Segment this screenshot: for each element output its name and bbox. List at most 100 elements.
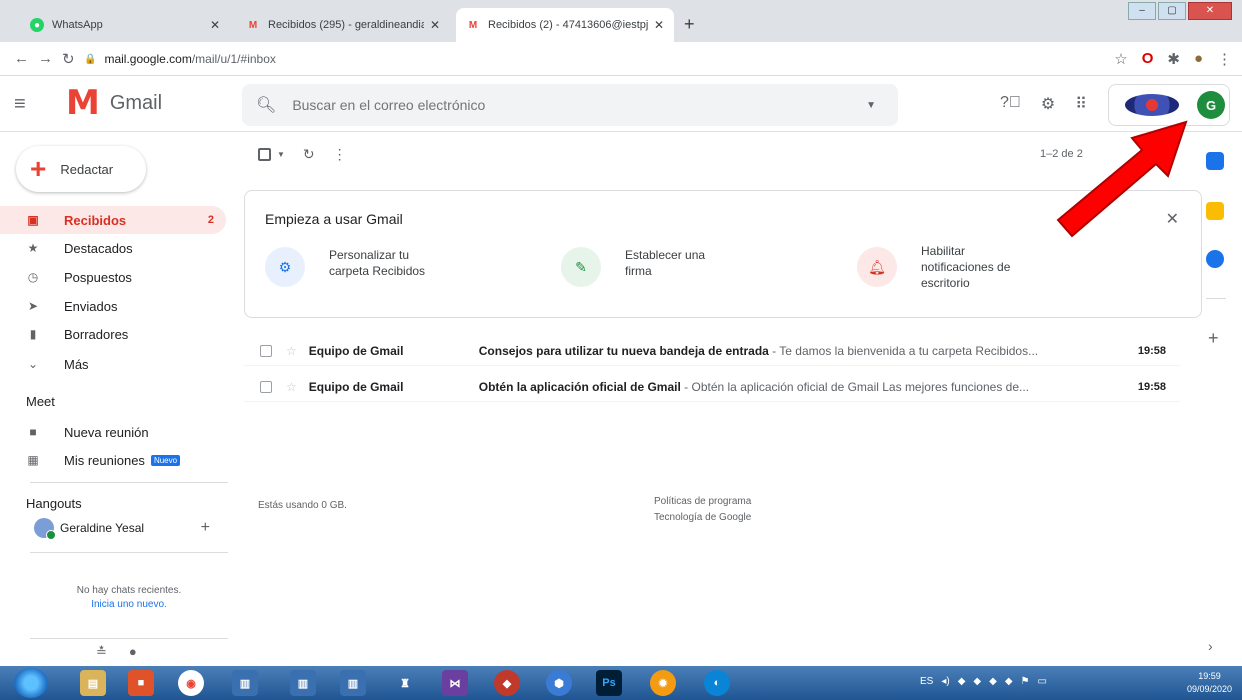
email-checkbox[interactable] <box>260 380 272 393</box>
search-input[interactable] <box>292 97 853 113</box>
address-bar: ← → ↻ 🔒 mail.google.com/mail/u/1/#inbox … <box>0 42 1242 76</box>
avatar[interactable]: G <box>1197 91 1225 119</box>
tab-gmail-1[interactable]: M Recibidos (295) - geraldineandia... ✕ <box>236 8 450 42</box>
forward-arrow-icon[interactable]: → <box>38 50 53 67</box>
network-icon[interactable]: ▭ <box>1037 676 1046 687</box>
url-field[interactable]: 🔒 mail.google.com/mail/u/1/#inbox <box>84 47 1084 71</box>
more-options-icon[interactable]: ⋮ <box>333 146 347 163</box>
task-set-signature[interactable]: ✎ Establecer una firma <box>561 247 705 287</box>
hangouts-user[interactable]: Geraldine Yesal + <box>34 518 230 540</box>
contacts-icon[interactable]: ≛ <box>96 644 107 660</box>
maximize-button[interactable]: ▢ <box>1158 2 1186 20</box>
network-app-icon[interactable]: ♜ <box>392 670 418 696</box>
search-options-icon[interactable]: ▼ <box>866 100 876 111</box>
sidebar-item-label: Pospuestos <box>64 269 132 285</box>
sidebar-item-snoozed[interactable]: ◷ Pospuestos <box>0 263 226 291</box>
sidebar-item-starred[interactable]: ★ Destacados <box>0 234 226 262</box>
edge-icon[interactable]: ◐ <box>704 670 730 696</box>
keep-icon[interactable] <box>1206 202 1224 220</box>
visual-studio-icon[interactable]: ⋈ <box>442 670 468 696</box>
start-button[interactable] <box>14 668 48 698</box>
my-meetings-item[interactable]: ▦ Mis reuniones Nuevo <box>0 446 226 474</box>
tab-label: Recibidos (295) - geraldineandia... <box>268 19 424 31</box>
star-icon[interactable]: ☆ <box>286 380 297 394</box>
office-app-icon[interactable]: ■ <box>128 670 154 696</box>
storage-usage: Estás usando 0 GB. <box>258 500 347 511</box>
minimize-button[interactable]: – <box>1128 2 1156 20</box>
tab-whatsapp[interactable]: ● WhatsApp ✕ <box>20 8 230 42</box>
email-checkbox[interactable] <box>260 344 272 357</box>
no-chats-text: No hay chats recientes. <box>76 585 182 596</box>
new-meeting-item[interactable]: ■ Nueva reunión <box>0 418 226 446</box>
profile-icon[interactable]: ● <box>1194 50 1203 68</box>
policies-link[interactable]: Políticas de programa <box>654 494 751 510</box>
tray-icon[interactable]: ◆ <box>1005 676 1013 687</box>
email-row[interactable]: ☆ Equipo de Gmail Consejos para utilizar… <box>244 336 1180 366</box>
opera-icon[interactable]: O <box>1142 50 1154 68</box>
footer-links: Políticas de programa Tecnología de Goog… <box>654 494 751 526</box>
window-close-button[interactable]: ✕ <box>1188 2 1232 20</box>
windows-taskbar: ▤ ■ ◉ ▥ ▥ ▥ ♜ ⋈ ◆ ⬢ Ps ✹ ◐ ES ◂) ◆ ◆ ◆ ◆… <box>0 666 1242 700</box>
photoshop-icon[interactable]: Ps <box>596 670 622 696</box>
extensions-icon[interactable]: ✱ <box>1167 50 1180 68</box>
task-customize-inbox[interactable]: ⚙ Personalizar tu carpeta Recibidos <box>265 247 425 287</box>
tab-gmail-2[interactable]: M Recibidos (2) - 47413606@iestpj... ✕ <box>456 8 674 42</box>
calendar-icon[interactable] <box>1206 152 1224 170</box>
tray-icon[interactable]: ◆ <box>973 676 981 687</box>
search-icon[interactable]: 🔍︎ <box>256 95 276 115</box>
search-bar[interactable]: 🔍︎ ▼ <box>242 84 898 126</box>
sidebar-item-inbox[interactable]: ▣ Recibidos 2 <box>0 206 226 234</box>
add-addon-icon[interactable]: + <box>1208 328 1219 349</box>
system-clock[interactable]: 19:59 09/09/2020 <box>1187 670 1232 696</box>
new-tab-button[interactable]: + <box>684 14 695 35</box>
chevron-down-icon: ⌄ <box>27 357 39 371</box>
close-icon[interactable]: ✕ <box>430 18 440 32</box>
close-icon[interactable]: ✕ <box>210 18 220 32</box>
sidebar-item-sent[interactable]: ➤ Enviados <box>0 292 226 320</box>
chrome-icon[interactable]: ◉ <box>178 670 204 696</box>
app-icon[interactable]: ◆ <box>494 670 520 696</box>
reload-icon[interactable]: ↻ <box>62 50 75 68</box>
add-contact-icon[interactable]: + <box>201 519 210 537</box>
hangouts-heading: Hangouts <box>26 496 82 511</box>
product-name: Gmail <box>109 91 163 114</box>
star-icon[interactable]: ☆ <box>286 344 297 358</box>
tray-icon[interactable]: ◆ <box>989 676 997 687</box>
start-new-chat-link[interactable]: Inicia uno nuevo. <box>30 598 228 612</box>
file-explorer-icon[interactable]: ▤ <box>80 670 106 696</box>
tasks-icon[interactable] <box>1206 250 1224 268</box>
back-arrow-icon[interactable]: ← <box>14 50 29 67</box>
email-subject: Obtén la aplicación oficial de Gmail <box>478 379 681 394</box>
compose-button[interactable]: + Redactar <box>16 146 146 192</box>
window-app-icon[interactable]: ▥ <box>290 670 316 696</box>
select-dropdown-icon[interactable]: ▼ <box>277 150 285 159</box>
hamburger-menu-icon[interactable]: ≡ <box>14 93 26 116</box>
task-enable-notifications[interactable]: 🔔︎ Habilitar notificaciones de escritori… <box>857 243 1010 291</box>
select-all-checkbox[interactable] <box>258 148 271 161</box>
window-app-icon[interactable]: ▥ <box>340 670 366 696</box>
no-chats-message: No hay chats recientes. Inicia uno nuevo… <box>30 584 228 612</box>
hangouts-user-name: Geraldine Yesal <box>60 521 145 535</box>
window-app-icon[interactable]: ▥ <box>232 670 258 696</box>
extension-icons: ☆ O ✱ ● ⋮ <box>1114 50 1232 68</box>
gmail-logo[interactable]: M Gmail <box>66 86 162 120</box>
close-icon[interactable]: ✕ <box>654 18 664 32</box>
gmail-m-icon: M <box>66 83 100 123</box>
kebab-menu-icon[interactable]: ⋮ <box>1217 50 1232 68</box>
app-icon[interactable]: ✹ <box>650 670 676 696</box>
refresh-icon[interactable]: ↻ <box>303 146 315 163</box>
gmail-icon: M <box>468 19 478 31</box>
chevron-right-icon[interactable]: › <box>1208 638 1213 654</box>
sidebar-item-more[interactable]: ⌄ Más <box>0 350 226 378</box>
app-icon[interactable]: ⬢ <box>546 670 572 696</box>
sidebar-item-drafts[interactable]: ▮ Borradores <box>0 320 226 348</box>
language-indicator[interactable]: ES <box>920 676 933 687</box>
tray-icon[interactable]: ◆ <box>958 676 966 687</box>
bookmark-star-icon[interactable]: ☆ <box>1114 50 1127 68</box>
email-row[interactable]: ☆ Equipo de Gmail Obtén la aplicación of… <box>244 372 1180 402</box>
flag-icon[interactable]: ⚑ <box>1021 676 1030 687</box>
google-tech-link[interactable]: Tecnología de Google <box>654 510 751 526</box>
help-icon[interactable]: ?⃝ <box>1000 94 1021 114</box>
volume-icon[interactable]: ◂) <box>941 676 949 687</box>
chat-bubble-icon[interactable]: ● <box>129 644 137 660</box>
